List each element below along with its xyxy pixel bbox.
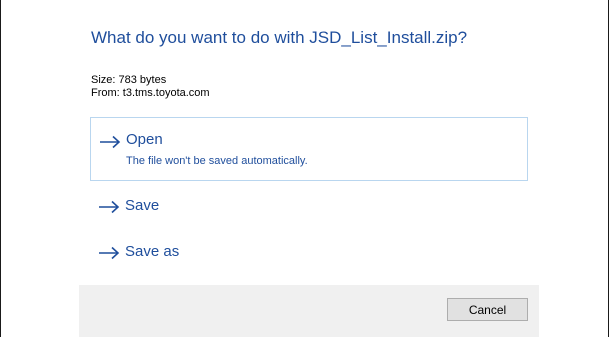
open-option-description: The file won't be saved automatically.: [126, 155, 308, 167]
open-option[interactable]: Open The file won't be saved automatical…: [90, 117, 528, 181]
arrow-right-icon: [99, 200, 120, 214]
file-source: From: t3.tms.toyota.com: [91, 87, 210, 99]
download-dialog: What do you want to do with JSD_List_Ins…: [79, 0, 539, 337]
save-option[interactable]: Save: [90, 190, 528, 224]
save-as-option-label: Save as: [125, 243, 180, 260]
arrow-right-icon: [99, 246, 120, 260]
open-option-label: Open: [126, 131, 163, 148]
file-size: Size: 783 bytes: [91, 74, 167, 86]
dialog-footer: Cancel: [79, 285, 539, 337]
save-option-label: Save: [125, 197, 160, 214]
arrow-right-icon: [100, 135, 121, 149]
window-frame: What do you want to do with JSD_List_Ins…: [0, 0, 609, 337]
dialog-title: What do you want to do with JSD_List_Ins…: [91, 28, 468, 47]
cancel-button[interactable]: Cancel: [447, 298, 528, 321]
save-as-option[interactable]: Save as: [90, 236, 528, 270]
